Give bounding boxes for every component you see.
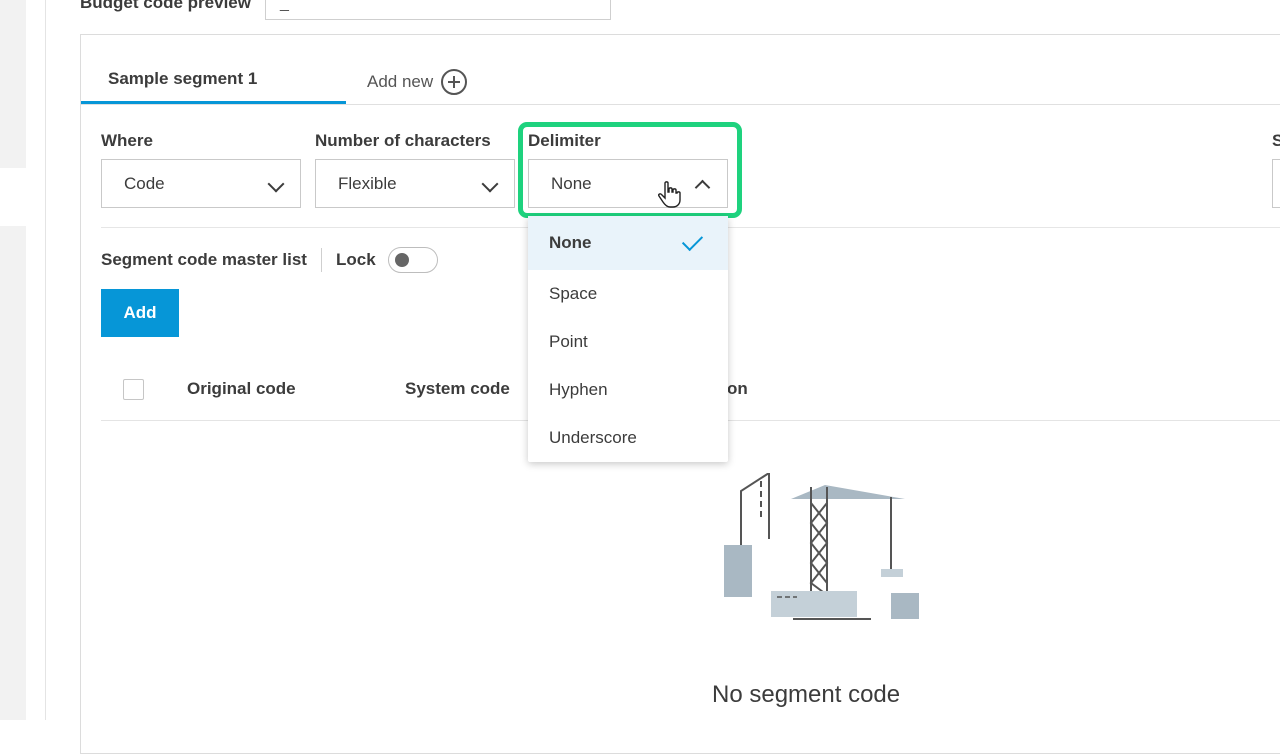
delimiter-option-hyphen[interactable]: Hyphen xyxy=(528,366,728,414)
construction-illustration xyxy=(724,473,919,620)
delimiter-highlight xyxy=(518,122,742,218)
segment-code-master-list-label: Segment code master list xyxy=(101,250,307,269)
number-of-characters-label: Number of characters xyxy=(315,131,491,150)
lock-label: Lock xyxy=(335,250,376,269)
tab-sample-segment-1[interactable]: Sample segment 1 xyxy=(108,69,257,89)
where-select[interactable]: Code xyxy=(101,159,301,208)
partial-field-label: S xyxy=(1272,131,1280,150)
rail-strip xyxy=(0,226,26,720)
master-list-row: Segment code master list Lock xyxy=(101,247,438,273)
chevron-down-icon xyxy=(481,175,499,193)
active-tab-indicator xyxy=(81,101,346,104)
column-original-code[interactable]: Original code xyxy=(187,379,296,399)
budget-code-preview-row: Budget code preview _ xyxy=(80,0,611,20)
delimiter-dropdown-menu: None Space Point Hyphen Underscore xyxy=(528,216,728,462)
option-label: Space xyxy=(549,284,598,303)
add-new-tab[interactable]: Add new xyxy=(367,69,468,95)
column-system-code[interactable]: System code xyxy=(405,379,510,399)
plus-circle-icon xyxy=(441,69,468,95)
column-description-partial[interactable]: on xyxy=(727,379,748,399)
rail-strip xyxy=(0,0,26,168)
delimiter-option-point[interactable]: Point xyxy=(528,318,728,366)
segment-tabs: Sample segment 1 Add new xyxy=(81,35,1280,105)
lock-toggle[interactable] xyxy=(387,247,438,273)
partial-select[interactable] xyxy=(1272,159,1280,208)
delimiter-option-none[interactable]: None xyxy=(528,216,728,270)
hand-pointer-icon xyxy=(658,181,681,208)
budget-code-preview-label: Budget code preview xyxy=(80,0,251,12)
budget-code-preview-field: _ xyxy=(264,0,611,20)
where-label: Where xyxy=(101,131,153,150)
chevron-down-icon xyxy=(267,175,285,193)
option-label: Underscore xyxy=(549,428,637,447)
number-of-characters-value: Flexible xyxy=(338,173,397,193)
left-rail xyxy=(0,0,46,720)
option-label: Point xyxy=(549,332,588,351)
separator xyxy=(320,248,322,272)
option-label: Hyphen xyxy=(549,380,608,399)
empty-state-message: No segment code xyxy=(712,681,901,708)
number-of-characters-select[interactable]: Flexible xyxy=(315,159,515,208)
delimiter-option-space[interactable]: Space xyxy=(528,270,728,318)
checkmark-icon xyxy=(681,229,704,252)
add-button[interactable]: Add xyxy=(101,289,179,337)
delimiter-option-underscore[interactable]: Underscore xyxy=(528,414,728,462)
toggle-knob xyxy=(394,253,409,267)
select-all-checkbox[interactable] xyxy=(123,379,144,400)
where-value: Code xyxy=(124,173,165,193)
option-label: None xyxy=(549,233,592,252)
add-new-label: Add new xyxy=(367,72,434,91)
